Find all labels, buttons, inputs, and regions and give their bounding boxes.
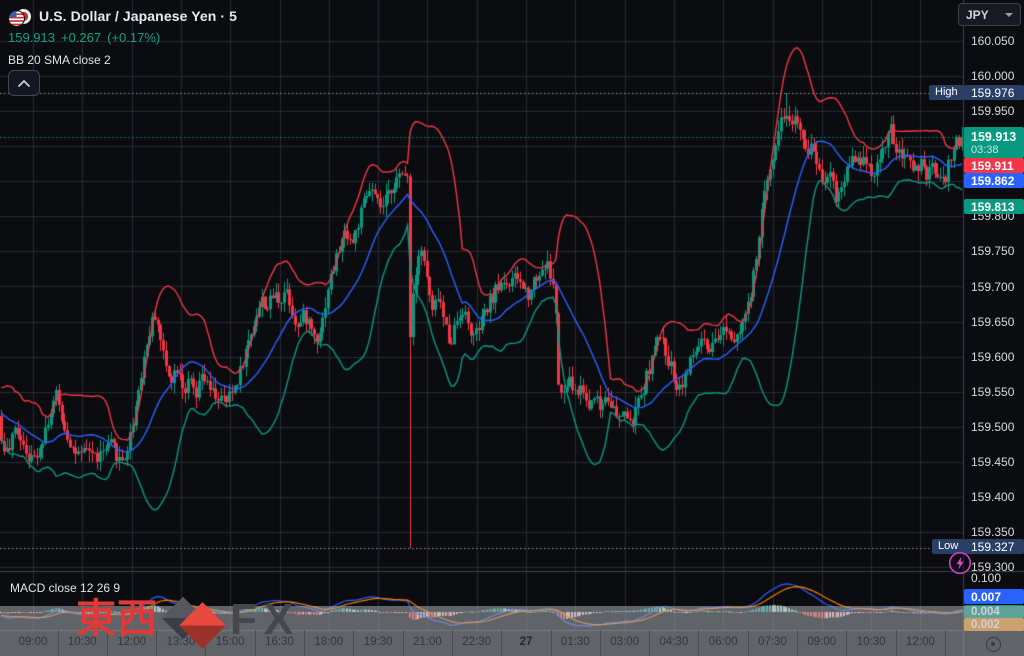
tradingview-chart-window: U.S. Dollar / Japanese Yen · 5 159.913 +… <box>0 0 1024 656</box>
chevron-down-icon <box>1005 13 1013 17</box>
time-axis-tick <box>649 630 650 656</box>
time-axis-tick <box>846 630 847 656</box>
time-axis-label: 10:30 <box>68 636 97 648</box>
bb-upper-value-badge: 159.911 <box>964 158 1024 173</box>
time-axis-label: 19:30 <box>364 636 393 648</box>
time-axis-tick <box>304 630 305 656</box>
last-price: 159.913 <box>8 30 55 46</box>
price-axis-label: 159.500 <box>971 419 1023 435</box>
macd-hist-value-badge: 0.002 <box>964 618 1024 631</box>
time-axis-label: 09:00 <box>807 636 836 648</box>
lightning-boost-icon[interactable] <box>948 551 972 575</box>
price-axis-label: 159.650 <box>971 314 1023 330</box>
time-axis-tick <box>58 630 59 656</box>
price-axis-label: 159.700 <box>971 279 1023 295</box>
time-axis-tick <box>945 630 946 656</box>
time-axis-label: 07:30 <box>758 636 787 648</box>
indicator-label-bb[interactable]: BB 20 SMA close 2 <box>8 53 237 68</box>
time-axis-tick <box>896 630 897 656</box>
price-axis-label: 159.750 <box>971 243 1023 259</box>
time-axis-label: 16:30 <box>265 636 294 648</box>
time-axis-label: 04:30 <box>660 636 689 648</box>
time-axis-label: 12:00 <box>117 636 146 648</box>
symbol-title[interactable]: U.S. Dollar / Japanese Yen · 5 <box>39 8 237 24</box>
price-change-row: 159.913 +0.267 (+0.17%) <box>8 30 237 46</box>
price-axis-label: 159.600 <box>971 349 1023 365</box>
bb-basis-value-badge: 159.862 <box>964 173 1024 188</box>
price-axis-label: 159.400 <box>971 489 1023 505</box>
price-axis-label: 160.000 <box>971 68 1023 84</box>
macd-signal-value-badge: 0.004 <box>964 605 1024 618</box>
time-axis-label: 18:00 <box>314 636 343 648</box>
high-value-badge: 159.976 <box>964 85 1024 100</box>
time-axis-label: 15:00 <box>216 636 245 648</box>
current-price-badge: 159.913 03:38 <box>964 127 1024 158</box>
symbol-legend: U.S. Dollar / Japanese Yen · 5 159.913 +… <box>8 6 237 68</box>
time-axis-label: 09:00 <box>19 636 48 648</box>
time-axis-tick <box>205 630 206 656</box>
time-axis-tick <box>107 630 108 656</box>
time-axis-label: 13:30 <box>167 636 196 648</box>
time-axis-tick <box>255 630 256 656</box>
currency-selector-label: JPY <box>966 8 989 22</box>
time-axis-tick <box>353 630 354 656</box>
time-axis-label: 06:00 <box>709 636 738 648</box>
time-axis-tick <box>797 630 798 656</box>
timezone-settings-icon[interactable] <box>986 637 1001 652</box>
price-axis-label: 159.350 <box>971 524 1023 540</box>
time-axis-label: 27 <box>520 636 533 648</box>
indicator-label-macd[interactable]: MACD close 12 26 9 <box>10 581 120 595</box>
time-axis-tick <box>403 630 404 656</box>
price-chart-canvas[interactable] <box>0 0 1024 656</box>
time-axis-label: 12:00 <box>906 636 935 648</box>
time-axis-label: 22:30 <box>462 636 491 648</box>
price-axis-label: 160.050 <box>971 33 1023 49</box>
macd-value-badge: 0.007 <box>964 589 1024 604</box>
time-axis-label: 10:30 <box>857 636 886 648</box>
time-axis-label: 21:00 <box>413 636 442 648</box>
chevron-up-icon <box>18 80 30 87</box>
price-change: +0.267 <box>61 30 101 46</box>
usd-jpy-flags-icon <box>8 8 32 25</box>
high-marker-chip: High <box>929 85 964 100</box>
time-axis-label: 01:30 <box>561 636 590 648</box>
time-axis-tick <box>501 630 502 656</box>
price-axis-label: 159.450 <box>971 454 1023 470</box>
low-value-badge: 159.327 <box>964 539 1024 554</box>
price-axis-label: 159.550 <box>971 384 1023 400</box>
time-axis-tick <box>551 630 552 656</box>
price-change-percent: (+0.17%) <box>107 30 160 46</box>
currency-selector-button[interactable]: JPY <box>958 3 1021 26</box>
time-axis-tick <box>156 630 157 656</box>
time-axis-tick <box>600 630 601 656</box>
legend-collapse-button[interactable] <box>8 70 40 96</box>
price-axis-label: 159.950 <box>971 103 1023 119</box>
macd-axis-top-label: 0.100 <box>971 571 1001 585</box>
time-axis-label: 03:00 <box>610 636 639 648</box>
bb-lower-value-badge: 159.813 <box>964 199 1024 214</box>
current-price-value: 159.913 <box>971 130 1024 144</box>
time-axis-tick <box>452 630 453 656</box>
time-axis-tick <box>698 630 699 656</box>
bar-countdown: 03:38 <box>971 144 1024 156</box>
time-axis-tick <box>748 630 749 656</box>
